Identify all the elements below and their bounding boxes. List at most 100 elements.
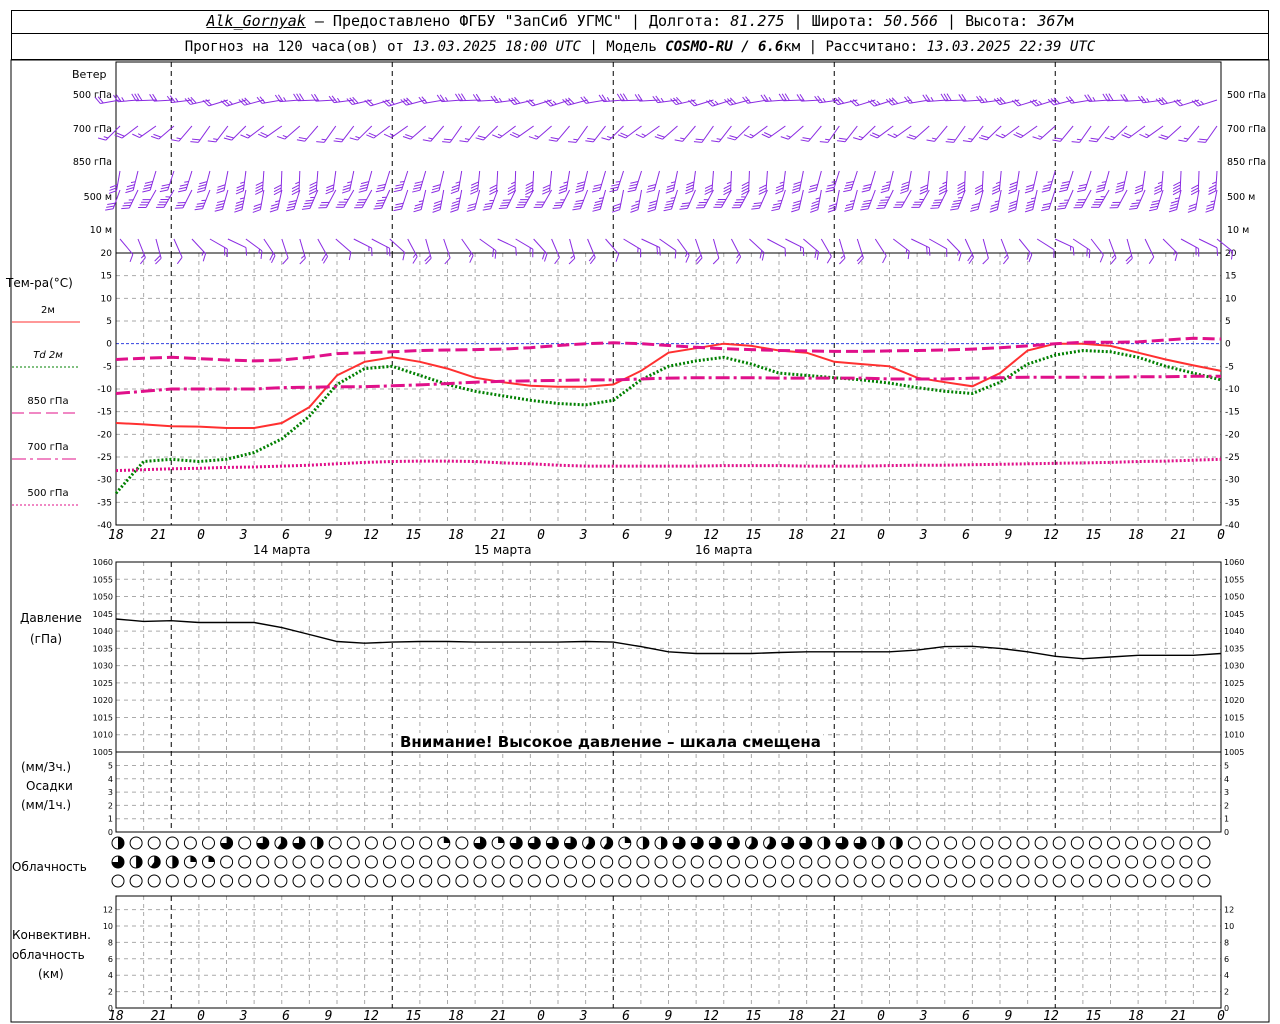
wind-barb-full <box>528 136 537 140</box>
wind-barb <box>325 170 337 195</box>
wind-barb-staff <box>749 238 765 253</box>
wind-barb <box>235 170 247 195</box>
time-tick-label-bottom: 3 <box>239 1009 248 1024</box>
wind-barb <box>114 125 139 139</box>
cloud-circle <box>1125 855 1139 869</box>
cloud-circle <box>364 855 378 869</box>
time-tick-label: 3 <box>239 528 248 543</box>
cloud-circle <box>183 836 197 850</box>
cloud-symbol <box>980 874 994 888</box>
cloud-symbol <box>926 836 939 850</box>
time-tick-label-bottom: 6 <box>282 1009 290 1024</box>
wind-barb-staff <box>245 238 263 252</box>
cloud-symbol <box>980 836 994 850</box>
wind-barb <box>137 238 146 265</box>
wind-barb <box>713 189 732 208</box>
cloud-symbol <box>799 836 813 850</box>
cloud-symbol <box>618 836 632 850</box>
cloud-fill <box>443 837 450 843</box>
cloud-symbol <box>1107 874 1120 888</box>
wind-barb <box>402 125 427 140</box>
cloud-circle <box>708 855 722 869</box>
cloud-circle <box>781 855 795 869</box>
wind-barb <box>443 238 451 265</box>
wind-barb <box>803 238 820 260</box>
wind-barb-staff <box>946 238 962 254</box>
cloud-symbol <box>726 855 740 869</box>
cloud-circle <box>582 874 596 888</box>
cloud-symbol <box>1070 855 1084 869</box>
temp-ytick-left: 20 <box>101 249 113 259</box>
wind-barb-full <box>735 256 742 264</box>
wind-barb <box>1036 238 1055 258</box>
wind-barb-staff <box>1180 238 1199 250</box>
wind-barb-full <box>1126 257 1133 265</box>
wind-barb <box>938 170 948 196</box>
temp-ytick-right: -20 <box>1225 430 1240 440</box>
wind-barb-staff <box>341 125 355 143</box>
wind-barb <box>1024 170 1038 194</box>
temp-ytick-left: 15 <box>101 272 112 282</box>
wind-barb <box>138 189 157 208</box>
wind-barb-full <box>887 133 896 139</box>
cloud-circle <box>654 855 668 869</box>
wind-barb-full <box>743 134 752 139</box>
cloud-symbol <box>745 855 758 869</box>
wind-barb <box>1134 170 1146 195</box>
cloud-circle <box>419 836 433 850</box>
cloud-circle <box>238 836 252 850</box>
wind-barb-staff <box>599 189 607 210</box>
cloud-circle <box>980 874 994 888</box>
cloud-symbol <box>509 874 523 888</box>
wind-barb <box>413 189 427 213</box>
cloud-circle <box>1052 874 1066 888</box>
wind-barb <box>544 99 570 107</box>
cloud-symbol <box>274 874 288 888</box>
cloud-circle <box>871 855 885 869</box>
cloud-fill <box>878 837 885 849</box>
wind-barb <box>900 170 912 194</box>
wind-barb-half <box>1003 254 1008 259</box>
wind-barb <box>273 170 283 196</box>
time-tick-label: 9 <box>1005 528 1013 543</box>
cloud-symbol <box>600 874 614 888</box>
cloud-circle <box>889 855 903 869</box>
wind-barb <box>567 125 588 143</box>
day-label: 15 марта <box>474 543 531 557</box>
wind-level-label-right: 10 м <box>1227 225 1249 236</box>
cloud-fill <box>172 856 179 868</box>
wind-barb <box>142 170 157 193</box>
cloud-symbol <box>654 874 668 888</box>
wind-barb-staff <box>549 170 553 191</box>
time-tick-label-bottom: 12 <box>363 1009 379 1024</box>
cloud-symbol <box>835 836 849 850</box>
cloud-circle <box>1179 874 1193 888</box>
cloud-circle <box>473 874 487 888</box>
wind-barb-staff <box>1090 238 1104 256</box>
wind-barb <box>1059 170 1074 193</box>
pressure-ytick-right: 1015 <box>1224 713 1244 722</box>
time-tick-label-bottom: 12 <box>1043 1009 1059 1024</box>
cloud-circle <box>437 855 451 869</box>
wind-barb <box>389 238 406 261</box>
precip-unit3: (мм/3ч.) <box>21 760 72 774</box>
wind-barb-full <box>554 257 560 265</box>
cloud-circle <box>256 855 270 869</box>
cloud-circle <box>962 874 976 888</box>
cloud-symbol <box>817 874 831 888</box>
cloud-circle <box>401 836 415 850</box>
wind-barb <box>743 125 768 139</box>
wind-barb <box>341 170 355 194</box>
wind-barb <box>349 125 373 141</box>
wind-level-label-left: 850 гПа <box>73 157 112 168</box>
wind-barb <box>665 170 678 194</box>
cloud-symbol <box>292 874 306 888</box>
pressure-ytick-right: 1010 <box>1224 731 1244 740</box>
cloud-circle <box>328 836 342 850</box>
time-tick-label-bottom: 0 <box>1217 1009 1225 1024</box>
cloud-symbol <box>383 855 396 869</box>
cloud-circle <box>274 874 288 888</box>
conv-ytick-left: 12 <box>103 906 113 915</box>
wind-barb-half <box>822 97 826 103</box>
wind-barb <box>704 170 714 195</box>
